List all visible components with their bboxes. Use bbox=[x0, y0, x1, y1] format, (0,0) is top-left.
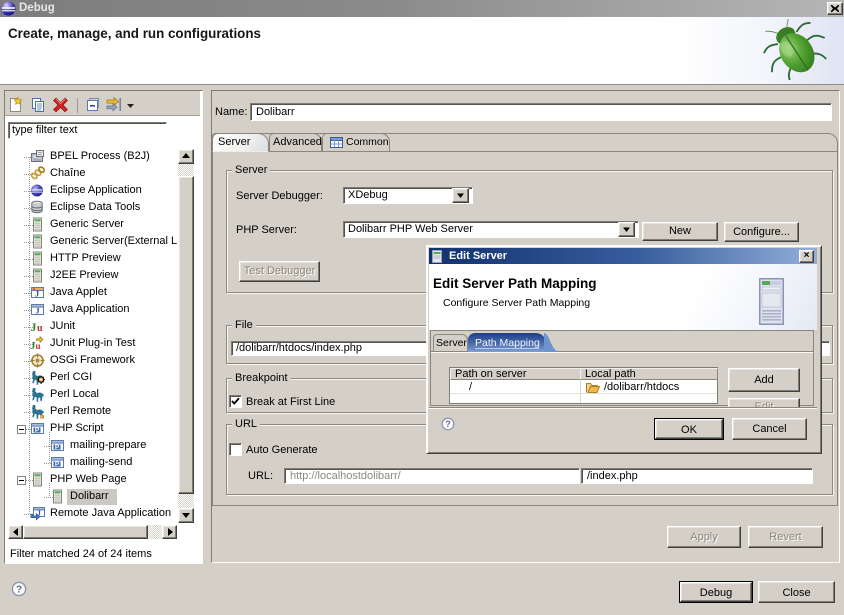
svg-text:P: P bbox=[35, 427, 40, 434]
svg-text:u: u bbox=[37, 323, 43, 334]
svg-text:P: P bbox=[55, 444, 60, 451]
svg-text:J: J bbox=[31, 320, 37, 334]
svg-text:P: P bbox=[55, 461, 60, 468]
svg-text:?: ? bbox=[445, 419, 450, 429]
svg-text:?: ? bbox=[16, 585, 22, 596]
